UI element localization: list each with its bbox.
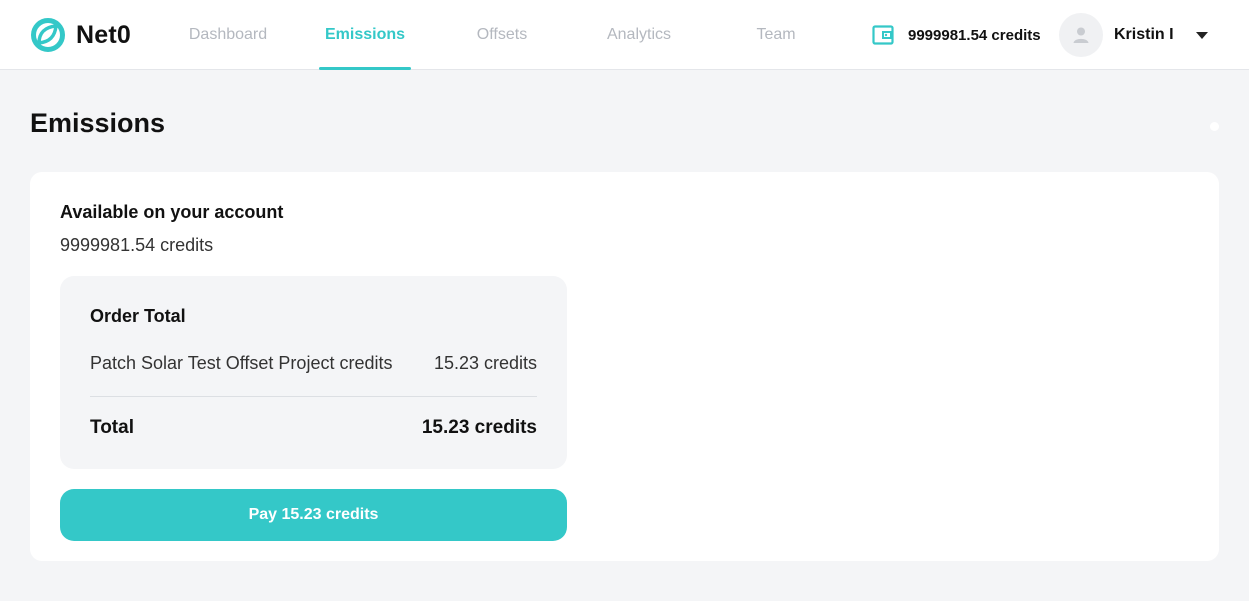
- nav-team[interactable]: Team: [741, 0, 811, 70]
- user-name: Kristin I: [1114, 26, 1174, 43]
- user-avatar-icon: [1073, 27, 1089, 43]
- decorative-dot: [1210, 122, 1219, 131]
- total-amount: 15.23 credits: [421, 417, 537, 438]
- user-menu[interactable]: Kristin I: [1059, 13, 1209, 57]
- available-label: Available on your account: [60, 202, 284, 222]
- total-label: Total: [90, 417, 134, 438]
- nav-emissions[interactable]: Emissions: [319, 0, 411, 70]
- order-summary: Order Total Patch Solar Test Offset Proj…: [60, 276, 567, 469]
- pay-button[interactable]: Pay 15.23 credits: [60, 489, 567, 541]
- wallet-icon: [872, 25, 894, 45]
- line-item-name: Patch Solar Test Offset Project credits: [90, 353, 393, 373]
- top-header: Net0 Dashboard Emissions Offsets Analyti…: [0, 0, 1249, 70]
- chevron-down-icon[interactable]: [1195, 28, 1209, 42]
- nav-dashboard[interactable]: Dashboard: [176, 0, 280, 70]
- wallet-amount: 9999981.54 credits: [908, 26, 1041, 44]
- available-value: 9999981.54 credits: [60, 235, 214, 255]
- order-line-item: Patch Solar Test Offset Project credits …: [90, 353, 537, 374]
- app-name: Net0: [76, 20, 131, 49]
- nav-emissions-label: Emissions: [324, 26, 406, 43]
- active-tab-indicator: [319, 67, 411, 70]
- wallet-balance: 9999981.54 credits: [872, 24, 1041, 46]
- divider: [90, 396, 537, 397]
- order-title: Order Total: [90, 306, 186, 326]
- net0-logo-icon: [31, 18, 65, 52]
- nav-offsets[interactable]: Offsets: [461, 0, 543, 70]
- logo[interactable]: Net0: [30, 17, 131, 53]
- avatar[interactable]: [1059, 13, 1103, 57]
- page-title: Emissions: [30, 108, 166, 138]
- line-item-amount: 15.23 credits: [433, 353, 537, 373]
- order-total-row: Total 15.23 credits: [90, 417, 537, 439]
- payment-card: Available on your account 9999981.54 cre…: [30, 172, 1219, 561]
- nav-analytics[interactable]: Analytics: [594, 0, 684, 70]
